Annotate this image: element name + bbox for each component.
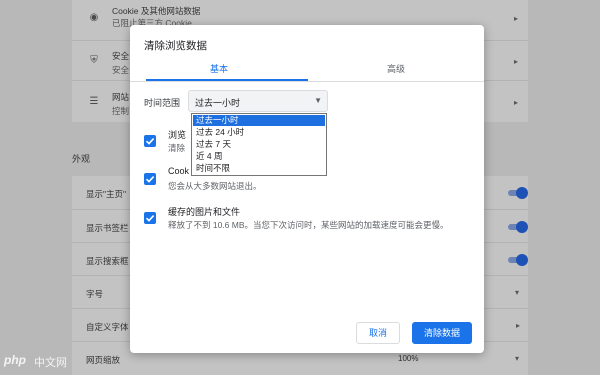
checkbox-browsing-history[interactable] [144,135,156,147]
chevron-right-icon: ▸ [513,98,518,107]
security-row-subtitle: 安全 [112,65,130,75]
time-range-select[interactable]: 过去一小时 ▼ [188,90,328,112]
show-bookmarks-label: 显示书签栏 [86,223,129,233]
cookies-title: Cook [168,166,190,176]
show-search-label: 显示搜索框 [86,256,129,266]
cached-files-subtitle: 释放了不到 10.6 MB。当您下次访问时，某些网站的加载速度可能会更慢。 [168,220,449,230]
cached-files-title: 缓存的图片和文件 [168,207,241,217]
option-last-4-weeks[interactable]: 近 4 周 [193,151,325,162]
option-past-7-days[interactable]: 过去 7 天 [193,139,325,150]
cookie-icon: ◉ [89,12,99,23]
clear-browsing-data-dialog: 清除浏览数据 基本 高级 时间范围 过去一小时 ▼ 浏览 清除 Cook 您会从… [130,25,484,353]
watermark-logo: php [4,353,26,367]
show-home-label: 显示"主页" [86,189,127,199]
security-row-title: 安全 [112,51,130,61]
page-zoom-value[interactable]: 100% [398,354,418,363]
checkbox-cookies[interactable] [144,173,156,185]
show-search-toggle[interactable] [506,254,528,266]
chevron-right-icon: ▸ [516,321,521,330]
browsing-history-title: 浏览 [168,130,187,140]
option-past-hour[interactable]: 过去一小时 [193,115,325,126]
show-home-toggle[interactable] [506,187,528,199]
tab-advanced[interactable]: 高级 [308,62,484,82]
watermark-text: 中文网 [34,357,67,369]
dialog-title: 清除浏览数据 [144,40,207,52]
shield-icon: ⛨ [90,55,98,66]
custom-fonts-label: 自定义字体 [86,322,129,332]
show-bookmarks-toggle[interactable] [506,221,528,233]
cancel-button[interactable]: 取消 [356,322,400,344]
option-past-24-hours[interactable]: 过去 24 小时 [193,127,325,138]
time-range-value: 过去一小时 [195,98,241,108]
checkbox-cached-files[interactable] [144,212,156,224]
time-range-listbox: 过去一小时 过去 24 小时 过去 7 天 近 4 周 时间不限 [191,113,327,176]
page-zoom-label: 网页缩放 [86,355,121,365]
cookie-row-title: Cookie 及其他网站数据 [112,6,201,16]
site-row-title: 网站 [112,92,130,102]
font-size-label: 字号 [86,289,104,299]
chevron-right-icon: ▸ [513,14,518,23]
dropdown-arrow-icon[interactable]: ▾ [515,288,519,297]
appearance-section-title: 外观 [72,154,91,164]
site-row-subtitle: 控制 [112,106,130,116]
browsing-history-subtitle: 清除 [168,143,186,153]
cookies-subtitle: 您会从大多数网站退出。 [168,181,262,191]
chevron-right-icon: ▸ [513,57,518,66]
clear-data-button[interactable]: 清除数据 [412,322,472,344]
tab-divider [130,81,484,82]
time-range-label: 时间范围 [144,98,181,108]
dropdown-arrow-icon[interactable]: ▾ [515,354,519,363]
sliders-icon: ☰ [89,96,99,107]
dropdown-caret-icon: ▼ [314,96,322,105]
option-all-time[interactable]: 时间不限 [193,163,325,174]
